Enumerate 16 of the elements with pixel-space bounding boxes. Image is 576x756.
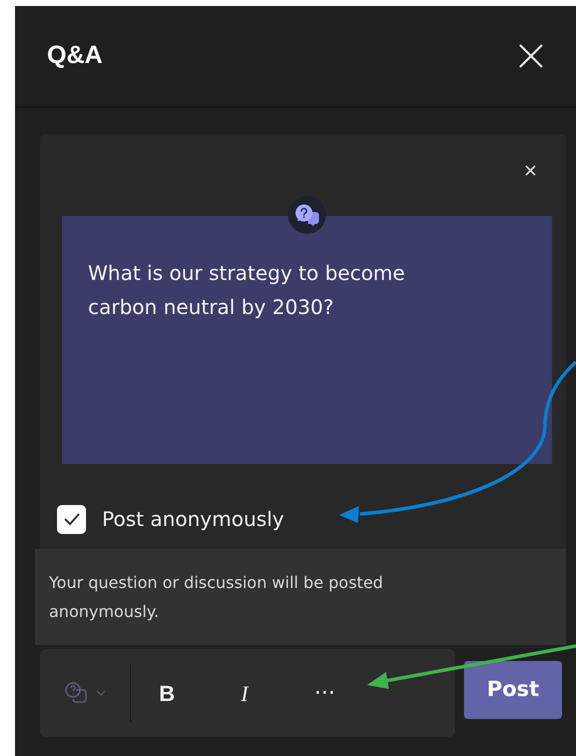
checkmark-icon [62,512,80,526]
question-chat-icon [288,196,326,234]
question-box[interactable]: What is our strategy to become carbon neutral by 2030? [62,216,552,464]
post-button[interactable]: Post [464,661,562,719]
close-icon [525,165,536,176]
anonymous-checkbox[interactable] [57,504,86,534]
italic-button[interactable]: I [230,672,258,714]
bold-button[interactable]: B [149,672,185,714]
question-chat-icon [64,682,88,704]
close-icon [518,43,544,69]
anonymous-notice: Your question or discussion will be posted anonymously. [35,549,566,645]
caret-icon [96,690,106,696]
question-text: What is our strategy to become carbon neutral by 2030? [88,260,406,321]
more-options-button[interactable]: ··· [304,672,346,714]
panel-title: Q&A [47,40,103,72]
anonymous-label: Post anonymously [102,506,284,533]
